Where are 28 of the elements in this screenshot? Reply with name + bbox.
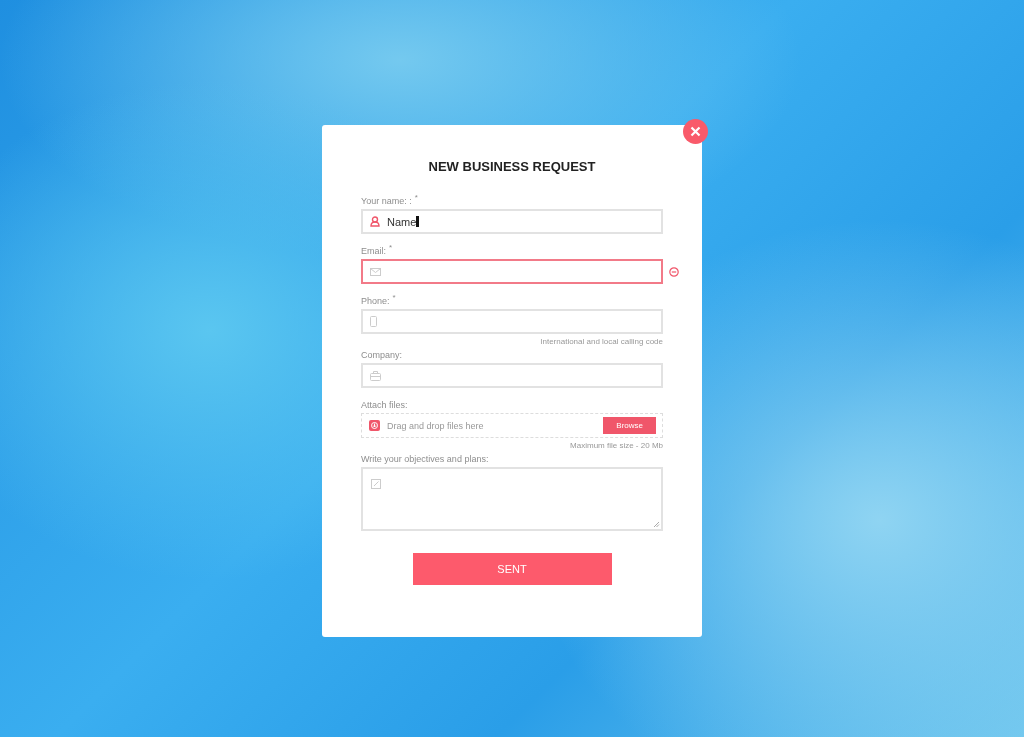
input-field[interactable]: Name — [361, 209, 663, 234]
drop-placeholder: Drag and drop files here — [387, 420, 485, 431]
edit-icon — [371, 479, 381, 489]
field-label: Attach files: — [361, 400, 408, 410]
required-mark: * — [389, 243, 393, 252]
submit-button[interactable]: SENT — [412, 553, 612, 585]
briefcase-icon — [370, 370, 381, 381]
phone-icon — [370, 316, 377, 327]
text-area[interactable] — [361, 467, 663, 531]
upload-icon — [369, 420, 380, 431]
field-hint: International and local calling code — [539, 337, 663, 346]
error-icon — [669, 266, 679, 277]
field-label: Your name: : — [361, 196, 412, 206]
required-mark: * — [414, 193, 418, 202]
browse-button[interactable]: Browse — [603, 417, 656, 434]
person-icon — [370, 216, 380, 227]
field-label: Phone: — [361, 296, 390, 306]
field-label: Company: — [361, 350, 403, 360]
required-mark: * — [392, 293, 396, 302]
field-label: Write your objectives and plans: — [361, 454, 489, 464]
file-drop-zone[interactable]: Drag and drop files here Browse — [361, 413, 663, 438]
field-label: Email: — [361, 246, 386, 256]
field-hint: Maximum file size - 20 Mb — [569, 441, 663, 450]
resize-grip-icon — [653, 521, 660, 528]
dialog-title: NEW BUSINESS REQUEST — [427, 159, 597, 174]
input-field[interactable] — [361, 259, 663, 284]
close-icon[interactable] — [683, 119, 708, 144]
envelope-icon — [370, 267, 381, 276]
